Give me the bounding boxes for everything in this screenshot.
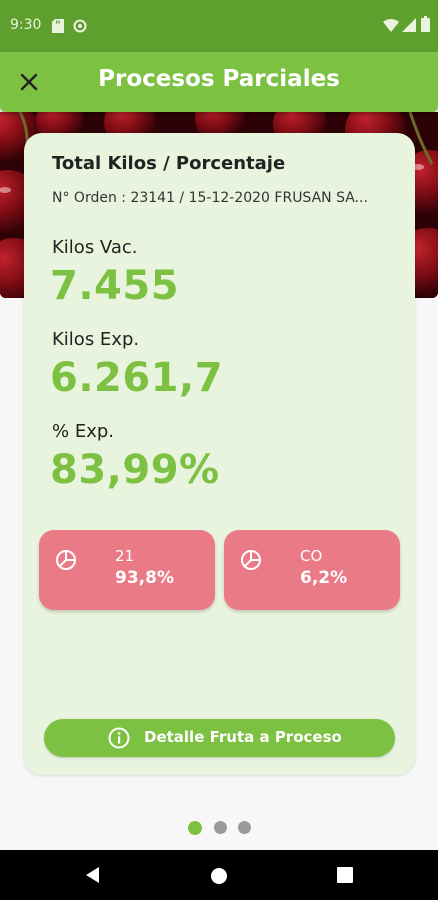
battery-icon [421, 16, 430, 36]
percent-exp-value: 83,99% [50, 447, 220, 493]
chip-name: CO [300, 547, 323, 565]
page-dot-2[interactable] [214, 821, 227, 834]
home-icon[interactable] [209, 866, 229, 890]
chip-value: 93,8% [115, 568, 174, 588]
status-bar: 9:30 [0, 0, 438, 52]
back-icon[interactable] [83, 865, 101, 889]
detail-fruit-button[interactable]: Detalle Fruta a Proceso [44, 719, 395, 757]
status-time: 9:30 [10, 17, 42, 33]
summary-card: Total Kilos / Porcentaje N° Orden : 2314… [24, 133, 415, 775]
kilos-vac-label: Kilos Vac. [52, 237, 138, 258]
card-title: Total Kilos / Porcentaje [52, 153, 286, 174]
kilos-exp-value: 6.261,7 [50, 355, 224, 401]
category-chip-21[interactable]: 21 93,8% [39, 530, 215, 610]
chip-value: 6,2% [300, 568, 348, 588]
wifi-icon [383, 17, 399, 36]
info-icon [108, 727, 130, 753]
percent-exp-label: % Exp. [52, 421, 114, 442]
page-dot-3[interactable] [238, 821, 251, 834]
sync-icon [73, 18, 87, 37]
kilos-vac-value: 7.455 [50, 263, 180, 309]
category-chip-co[interactable]: CO 6,2% [224, 530, 400, 610]
pie-chart-icon [240, 549, 262, 575]
kilos-exp-label: Kilos Exp. [52, 329, 140, 350]
page-title: Procesos Parciales [98, 66, 340, 92]
pie-chart-icon [55, 549, 77, 575]
detail-fruit-label: Detalle Fruta a Proceso [144, 728, 342, 746]
order-info: N° Orden : 23141 / 15-12-2020 FRUSAN SA.… [52, 190, 368, 206]
sd-card-icon [52, 18, 64, 37]
page-dot-1[interactable] [188, 820, 202, 835]
app-bar: Procesos Parciales [0, 52, 438, 112]
chip-name: 21 [115, 547, 135, 565]
recents-icon[interactable] [337, 867, 353, 887]
page-indicator [188, 820, 252, 835]
navigation-bar [0, 850, 438, 900]
signal-icon [402, 17, 416, 36]
